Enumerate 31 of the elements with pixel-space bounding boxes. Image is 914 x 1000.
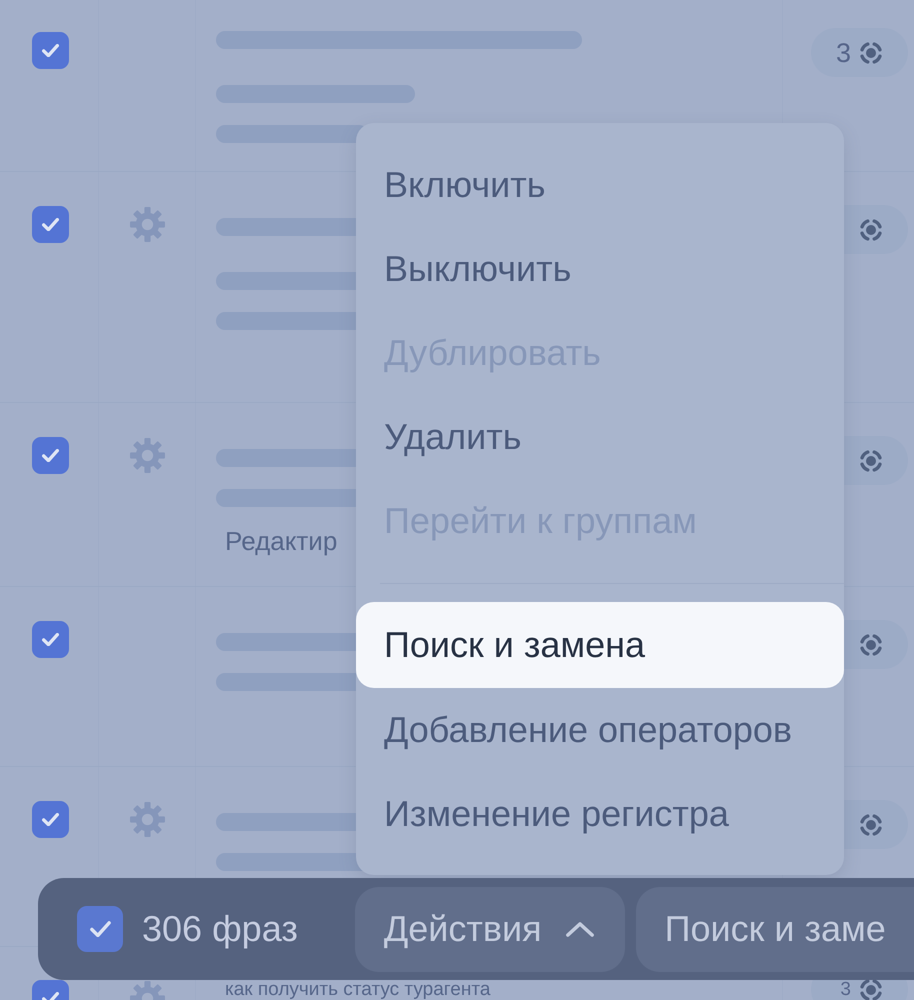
checkbox[interactable] bbox=[32, 437, 69, 474]
phrase-text: как получить статус турагента bbox=[225, 980, 490, 999]
checkmark-icon bbox=[90, 920, 110, 938]
menu-item[interactable]: Изменение регистра bbox=[356, 772, 844, 856]
checkmark-icon bbox=[42, 44, 59, 58]
chevron-icon bbox=[566, 922, 594, 936]
checkbox[interactable] bbox=[32, 206, 69, 243]
badge-count: 3 bbox=[836, 38, 851, 68]
checkmark-icon bbox=[42, 812, 59, 826]
checkbox[interactable] bbox=[32, 621, 69, 658]
row-note: Редактир bbox=[225, 528, 338, 554]
badge-count: 3 bbox=[840, 980, 851, 999]
checkbox[interactable] bbox=[32, 801, 69, 838]
toolbar-button[interactable]: Поиск и заме bbox=[636, 886, 914, 972]
checkbox[interactable] bbox=[32, 32, 69, 69]
target-icon bbox=[859, 632, 883, 656]
dropdown-button[interactable]: Действия bbox=[354, 886, 625, 972]
checkmark-icon bbox=[42, 218, 59, 232]
menu-item[interactable]: Выключить bbox=[356, 227, 844, 311]
menu-item[interactable]: Удалить bbox=[356, 395, 844, 479]
menu-item[interactable]: Включить bbox=[356, 143, 844, 227]
menu-item[interactable]: Добавление операторов bbox=[356, 688, 844, 772]
checkmark-icon bbox=[42, 448, 59, 462]
target-icon bbox=[859, 40, 883, 64]
target-icon bbox=[859, 812, 883, 836]
menu-item[interactable]: Поиск и замена bbox=[356, 602, 844, 688]
target-icon bbox=[859, 218, 883, 242]
selection-count: 306 фраз bbox=[142, 908, 298, 950]
target-icon bbox=[859, 448, 883, 472]
checkmark-icon bbox=[42, 632, 59, 646]
select-all-checkbox[interactable] bbox=[77, 906, 123, 952]
